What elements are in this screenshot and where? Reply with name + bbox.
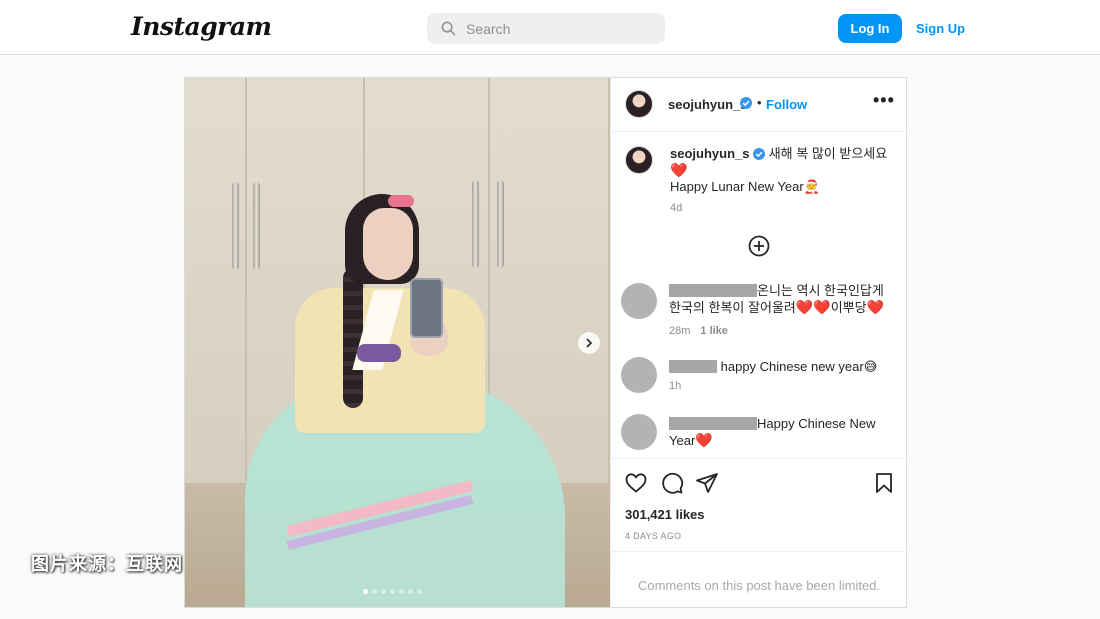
- signup-link[interactable]: Sign Up: [916, 21, 965, 36]
- comment-text-part: happy Chinese new year😅: [720, 359, 878, 374]
- bookmark-icon[interactable]: [872, 471, 896, 495]
- slide-dot: [363, 589, 368, 594]
- cabinet-handle: [472, 180, 479, 268]
- slide-dot: [417, 589, 422, 594]
- comment-meta: 1h: [669, 380, 681, 392]
- heart-emoji: ❤️❤️: [795, 299, 831, 315]
- heart-emoji: ❤️: [866, 299, 885, 315]
- verified-badge-icon: [740, 97, 752, 109]
- comment-text: 온니는 역시 한국인답게 한국의 한복이 잘어울려❤️❤️이뿌당❤️: [669, 283, 895, 316]
- comment-text-part: 이뿌당: [830, 300, 867, 315]
- caption-line-1: 새해 복 많이 받으세요: [768, 146, 888, 161]
- comment-meta: 28m 1 like: [669, 325, 728, 337]
- blurred-username: [669, 284, 757, 297]
- separator-dot: •: [757, 95, 762, 110]
- post-actions: [611, 458, 907, 508]
- blurred-username: [669, 360, 717, 373]
- search-box[interactable]: [427, 13, 665, 44]
- load-more-comments-icon[interactable]: [747, 234, 771, 258]
- comment-text: happy Chinese new year😅: [669, 359, 895, 375]
- post-header: seojuhyun_s • Follow •••: [611, 78, 907, 132]
- ribbon: [357, 344, 401, 362]
- cabinet-handle: [232, 182, 239, 270]
- commenter-avatar[interactable]: [621, 414, 657, 450]
- comment-likes[interactable]: 1 like: [700, 325, 728, 337]
- comment-text: Happy Chinese New Year❤️: [669, 416, 895, 449]
- likes-count[interactable]: 301,421 likes: [625, 507, 705, 522]
- avatar[interactable]: [625, 146, 653, 174]
- verified-badge-icon: [753, 148, 766, 160]
- next-slide-button[interactable]: [578, 332, 600, 354]
- caption-text: seojuhyun_s 새해 복 많이 받으세요 ❤️ Happy Lunar …: [670, 146, 895, 195]
- caption-username[interactable]: seojuhyun_s: [670, 146, 749, 161]
- author-username[interactable]: seojuhyun_s: [668, 97, 747, 112]
- like-heart-icon[interactable]: [624, 471, 648, 495]
- slide-dot: [372, 589, 377, 594]
- comment-icon[interactable]: [660, 471, 684, 495]
- hairpin: [388, 195, 414, 207]
- slide-dot: [381, 589, 386, 594]
- commenter-avatar[interactable]: [621, 283, 657, 319]
- post-card: seojuhyun_s • Follow ••• seojuhyun_s 새해 …: [184, 77, 907, 608]
- heart-emoji: ❤️: [670, 162, 688, 178]
- commenter-avatar[interactable]: [621, 357, 657, 393]
- avatar[interactable]: [625, 90, 653, 118]
- comment-time: 1h: [669, 380, 682, 392]
- face: [363, 208, 413, 280]
- cabinet-handle: [253, 182, 260, 270]
- login-button[interactable]: Log In: [838, 14, 902, 43]
- slide-dot: [390, 589, 395, 594]
- phone: [410, 278, 443, 338]
- instagram-logo[interactable]: Instagram: [131, 12, 272, 41]
- more-options-icon[interactable]: •••: [873, 90, 895, 111]
- caption-line-2: Happy Lunar New Year🧑‍🎄: [670, 179, 820, 194]
- slide-dot: [408, 589, 413, 594]
- follow-button[interactable]: Follow: [766, 97, 807, 112]
- cabinet-handle: [497, 180, 504, 268]
- search-input[interactable]: [466, 20, 646, 37]
- post-sidebar: seojuhyun_s • Follow ••• seojuhyun_s 새해 …: [610, 78, 907, 607]
- comments-limited-notice: Comments on this post have been limited.: [611, 551, 907, 607]
- blurred-username: [669, 417, 757, 430]
- slide-dot: [399, 589, 404, 594]
- top-navbar: Instagram Log In Sign Up: [0, 0, 1100, 55]
- comment-time: 28m: [669, 325, 691, 337]
- heart-emoji: ❤️: [695, 432, 713, 448]
- cabinet-door: [185, 78, 247, 483]
- share-icon[interactable]: [695, 471, 719, 495]
- post-date: 4 DAYS AGO: [625, 531, 682, 541]
- caption-timestamp: 4d: [670, 202, 683, 214]
- slide-indicator: [363, 589, 422, 594]
- image-source-watermark: 图片来源：互联网: [31, 554, 183, 574]
- post-photo[interactable]: [185, 78, 610, 607]
- chevron-right-icon: [586, 338, 593, 348]
- search-icon: [441, 21, 456, 36]
